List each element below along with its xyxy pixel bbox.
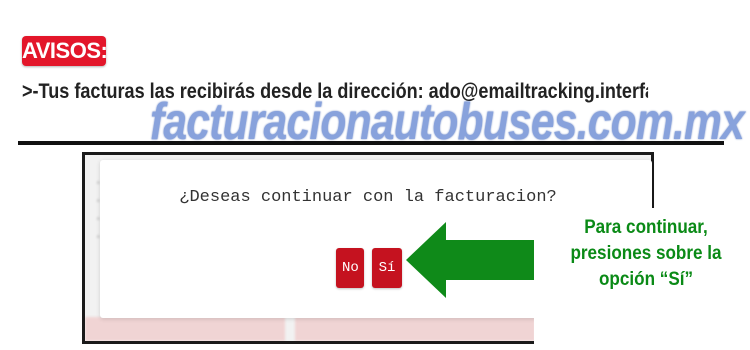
yes-button[interactable]: Sí	[372, 248, 402, 288]
divider	[18, 141, 724, 145]
no-button[interactable]: No	[336, 248, 364, 288]
left-arrow-icon	[406, 222, 534, 298]
callout-text: Para continuar, presiones sobre la opció…	[570, 217, 722, 290]
background-blurred-bar	[85, 317, 285, 341]
dialog-question: ¿Deseas continuar con la facturacion?	[179, 188, 557, 207]
background-blurred-bar	[295, 317, 535, 341]
avisos-badge: AVISOS:	[22, 36, 108, 66]
